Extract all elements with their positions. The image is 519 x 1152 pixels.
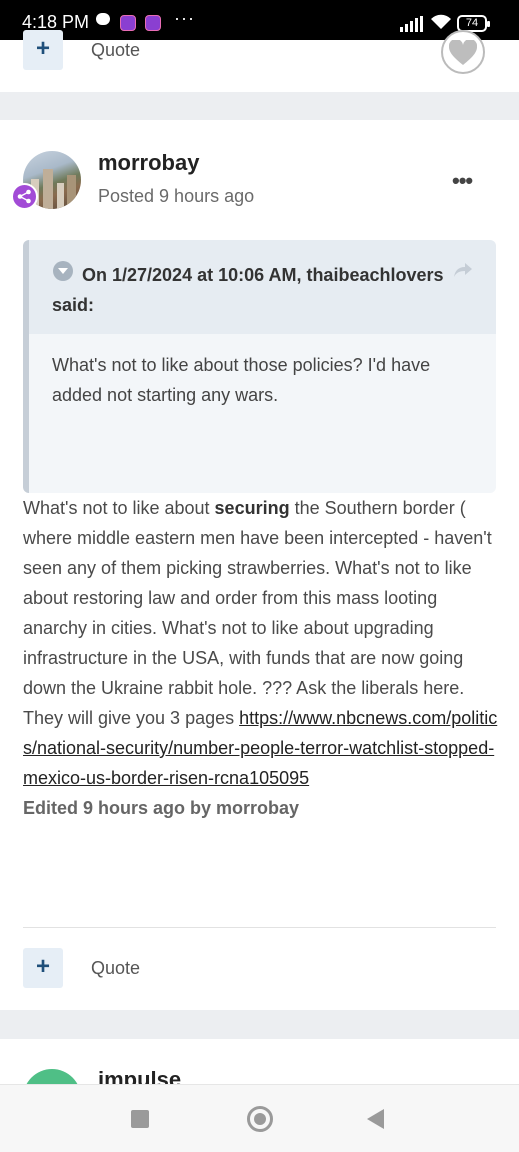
heart-icon[interactable] [441, 30, 485, 74]
share-icon[interactable] [453, 262, 473, 283]
quote-header: On 1/27/2024 at 10:06 AM, thaibeachlover… [29, 240, 496, 334]
home-icon[interactable] [247, 1106, 273, 1132]
signal-icon [400, 16, 424, 32]
post-author[interactable]: morrobay [98, 150, 199, 176]
quote-block: On 1/27/2024 at 10:06 AM, thaibeachlover… [23, 240, 496, 493]
status-bar: 4:18 PM ··· 74 [0, 0, 519, 40]
quote-text: What's not to like about those policies?… [52, 355, 431, 405]
post-body-text: the Southern border ( where middle easte… [23, 498, 492, 728]
app-badge-icon [145, 15, 161, 31]
rank-badge-icon [11, 183, 38, 210]
post-separator [0, 1010, 519, 1039]
post-timestamp: Posted 9 hours ago [98, 186, 255, 206]
post-body-text: What's not to like about [23, 498, 215, 518]
plus-button[interactable]: + [23, 948, 63, 988]
post-separator [0, 92, 519, 120]
divider [23, 927, 496, 928]
post-card: morrobay Posted 9 hours ago ••• On 1/27/… [0, 120, 519, 1010]
recents-icon[interactable] [131, 1110, 149, 1128]
quote-button[interactable]: Quote [91, 40, 140, 61]
post-body-bold: securing [214, 498, 290, 518]
edited-note: Edited 9 hours ago by morrobay [23, 798, 300, 818]
quote-attribution: On 1/27/2024 at 10:06 AM, thaibeachlover… [52, 265, 444, 315]
quote-button[interactable]: Quote [91, 958, 140, 979]
wifi-icon [430, 14, 452, 30]
post-menu-button[interactable]: ••• [452, 168, 473, 194]
more-notifications-icon: ··· [174, 8, 195, 28]
app-badge-icon [120, 15, 136, 31]
back-icon[interactable] [367, 1109, 384, 1129]
plus-button[interactable]: + [23, 30, 63, 70]
post-body: What's not to like about securing the So… [23, 493, 501, 823]
system-nav-bar [0, 1084, 519, 1152]
next-post-card: impulse [0, 1039, 519, 1089]
chat-bubble-icon [96, 13, 110, 25]
